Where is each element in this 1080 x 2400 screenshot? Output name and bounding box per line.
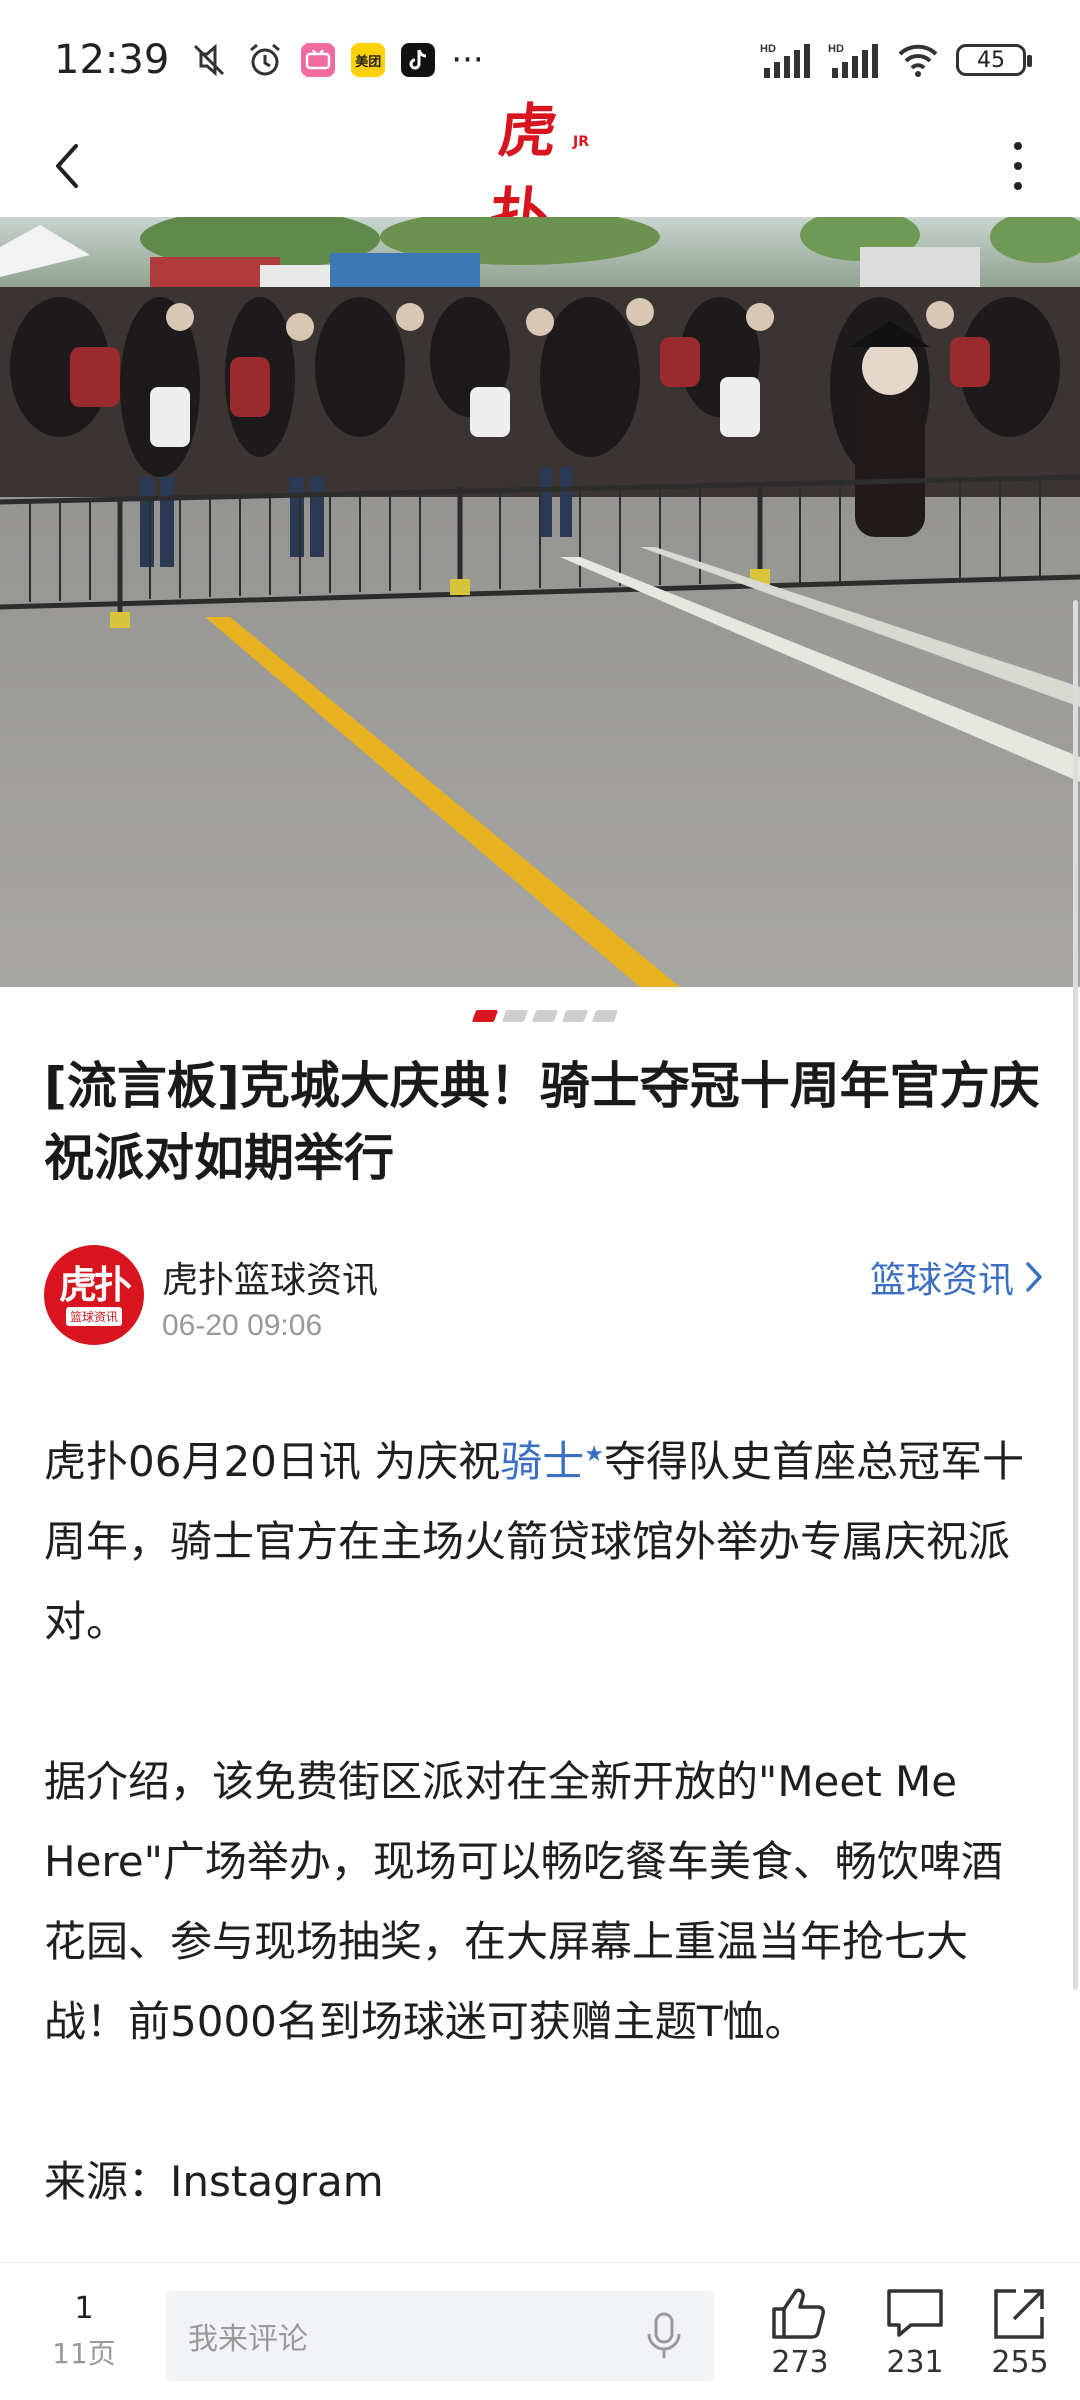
avatar-logo-text: 虎扑 xyxy=(58,1261,132,1307)
comment-icon xyxy=(887,2289,943,2337)
comment-placeholder: 我来评论 xyxy=(188,2322,308,2357)
hero-image[interactable] xyxy=(0,217,1080,987)
page-number: 1 xyxy=(74,2291,94,2326)
meituan-icon: 美团 xyxy=(351,43,386,77)
status-time: 12:39 xyxy=(54,37,170,83)
article-body: 虎扑06月20日讯 为庆祝骑士★夺得队史首座总冠军十周年，骑士官方在主场火箭贷球… xyxy=(44,1415,1044,2222)
signal-icon: HD xyxy=(760,40,812,80)
publish-time: 06-20 09:06 xyxy=(162,1309,323,1342)
mute-icon xyxy=(189,40,229,80)
author-row: 虎扑 篮球资讯 虎扑篮球资讯 06-20 09:06 篮球资讯 xyxy=(44,1245,1044,1355)
article-title: [流言板]克城大庆典！骑士夺冠十周年官方庆祝派对如期举行 xyxy=(44,1057,1040,1187)
wifi-icon xyxy=(896,42,940,78)
category-link[interactable]: 篮球资讯 xyxy=(870,1251,1044,1303)
more-vertical-icon xyxy=(1014,142,1022,190)
author-avatar[interactable]: 虎扑 篮球资讯 xyxy=(44,1245,144,1345)
microphone-icon[interactable] xyxy=(636,2308,692,2364)
more-options-button[interactable] xyxy=(986,134,1050,198)
status-right: HD HD 45 xyxy=(760,40,1032,80)
chevron-right-icon xyxy=(1026,1262,1042,1292)
crowd-photo xyxy=(0,217,1080,987)
comment-button[interactable]: 231 xyxy=(865,2285,965,2380)
like-count: 273 xyxy=(771,2345,829,2380)
like-button[interactable]: 273 xyxy=(750,2285,850,2380)
carousel-dot[interactable] xyxy=(561,1010,589,1022)
alarm-icon xyxy=(245,40,285,80)
category-label: 篮球资讯 xyxy=(869,1260,1014,1301)
source-line: 来源：Instagram xyxy=(44,2157,384,2206)
carousel-dot[interactable] xyxy=(591,1010,619,1022)
status-left: 12:39 美团 ··· xyxy=(54,37,484,83)
chevron-left-icon xyxy=(56,144,78,188)
tiktok-icon xyxy=(401,43,436,77)
carousel-dot[interactable] xyxy=(501,1010,529,1022)
bottom-action-bar: 1 11页 我来评论 273 231 255 xyxy=(0,2262,1080,2400)
comment-input[interactable]: 我来评论 xyxy=(166,2291,714,2381)
para1-before: 虎扑06月20日讯 为庆祝 xyxy=(44,1437,501,1486)
paragraph-2: 据介绍，该免费街区派对在全新开放的"Meet Me Here"广场举办，现场可以… xyxy=(44,1757,1003,2046)
carousel-indicator xyxy=(471,1010,619,1022)
signal-icon: HD xyxy=(828,40,880,80)
scrollbar[interactable] xyxy=(1073,600,1078,1990)
share-count: 255 xyxy=(991,2345,1049,2380)
author-name[interactable]: 虎扑篮球资讯 xyxy=(162,1251,378,1303)
thumbs-up-icon xyxy=(772,2288,825,2339)
share-button[interactable]: 255 xyxy=(970,2285,1070,2380)
page-total: 11页 xyxy=(52,2337,116,2370)
hd-label: HD xyxy=(828,43,844,55)
hupu-logo: 虎扑 JR xyxy=(486,97,589,249)
nav-bar: 虎扑 JR xyxy=(0,97,1080,249)
logo-sup: JR xyxy=(573,134,589,150)
back-button[interactable] xyxy=(36,134,100,198)
comment-count: 231 xyxy=(886,2345,944,2380)
battery-icon: 45 xyxy=(956,44,1032,76)
share-icon xyxy=(994,2289,1044,2339)
team-link[interactable]: 骑士 xyxy=(500,1437,584,1486)
page-indicator[interactable]: 1 11页 xyxy=(44,2291,124,2372)
paragraph-1: 虎扑06月20日讯 为庆祝骑士★夺得队史首座总冠军十周年，骑士官方在主场火箭贷球… xyxy=(44,1415,1044,1662)
hd-label: HD xyxy=(760,43,776,55)
carousel-dot[interactable] xyxy=(471,1010,499,1022)
carousel-dot[interactable] xyxy=(531,1010,559,1022)
star-icon: ★ xyxy=(584,1442,604,1467)
avatar-sub-text: 篮球资讯 xyxy=(65,1306,122,1326)
more-dots-icon: ··· xyxy=(451,40,484,80)
bilibili-icon xyxy=(301,43,336,77)
